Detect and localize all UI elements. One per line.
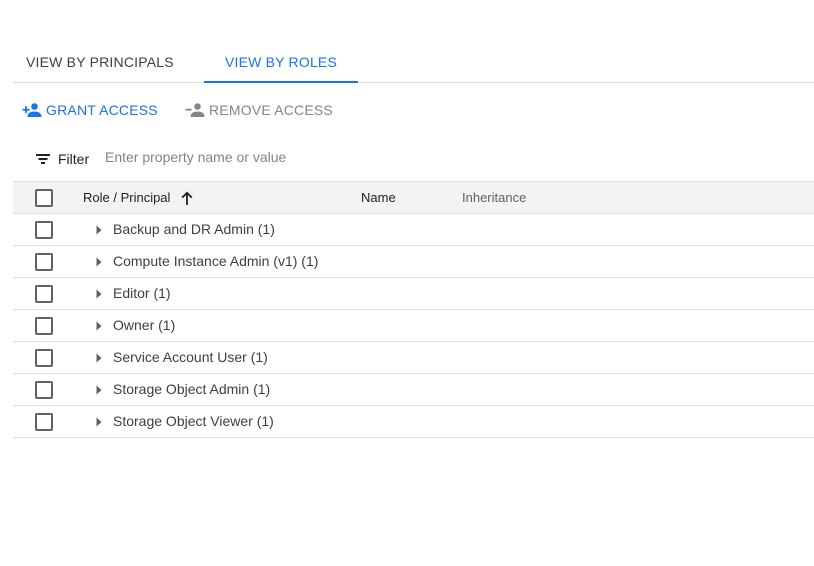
arrow-up-icon xyxy=(181,191,193,205)
role-label: Backup and DR Admin (1) xyxy=(113,221,275,237)
role-label: Storage Object Admin (1) xyxy=(113,381,271,397)
remove-access-button[interactable]: REMOVE ACCESS xyxy=(185,99,333,121)
row-checkbox[interactable] xyxy=(35,413,53,431)
column-header-role-principal-label: Role / Principal xyxy=(83,190,171,205)
filter-icon xyxy=(36,154,50,164)
row-checkbox[interactable] xyxy=(35,285,53,303)
role-label: Owner (1) xyxy=(113,317,176,333)
column-header-name[interactable]: Name xyxy=(361,182,396,213)
row-checkbox[interactable] xyxy=(35,381,53,399)
row-checkbox[interactable] xyxy=(35,349,53,367)
expand-arrow-icon[interactable] xyxy=(91,382,107,398)
person-remove-icon xyxy=(185,103,205,117)
table-row: Backup and DR Admin (1) xyxy=(13,214,814,246)
role-label: Compute Instance Admin (v1) (1) xyxy=(113,253,319,269)
row-checkbox[interactable] xyxy=(35,317,53,335)
table-header: Role / Principal Name Inheritance xyxy=(13,181,814,214)
table-row: Storage Object Viewer (1) xyxy=(13,406,814,438)
grant-access-button[interactable]: GRANT ACCESS xyxy=(22,99,158,121)
table-row: Editor (1) xyxy=(13,278,814,310)
expand-arrow-icon[interactable] xyxy=(91,254,107,270)
table-row: Storage Object Admin (1) xyxy=(13,374,814,406)
role-label: Storage Object Viewer (1) xyxy=(113,413,274,429)
expand-arrow-icon[interactable] xyxy=(91,350,107,366)
filter-label: Filter xyxy=(58,151,90,167)
table-row: Service Account User (1) xyxy=(13,342,814,374)
expand-arrow-icon[interactable] xyxy=(91,286,107,302)
role-label: Editor (1) xyxy=(113,285,171,301)
table-row: Owner (1) xyxy=(13,310,814,342)
expand-arrow-icon[interactable] xyxy=(91,318,107,334)
select-all-checkbox[interactable] xyxy=(35,189,53,207)
column-header-inheritance[interactable]: Inheritance xyxy=(462,182,526,213)
person-add-icon xyxy=(22,103,42,117)
tab-view-by-principals[interactable]: VIEW BY PRINCIPALS xyxy=(26,40,190,82)
expand-arrow-icon[interactable] xyxy=(91,222,107,238)
filter-bar: Filter xyxy=(35,148,405,170)
role-label: Service Account User (1) xyxy=(113,349,268,365)
expand-arrow-icon[interactable] xyxy=(91,414,107,430)
remove-access-label: REMOVE ACCESS xyxy=(209,102,333,118)
filter-input[interactable] xyxy=(105,149,405,165)
row-checkbox[interactable] xyxy=(35,253,53,271)
tab-bar: VIEW BY PRINCIPALS VIEW BY ROLES xyxy=(13,40,814,83)
tab-view-by-roles[interactable]: VIEW BY ROLES xyxy=(204,40,358,83)
column-header-role-principal[interactable]: Role / Principal xyxy=(83,182,194,213)
row-checkbox[interactable] xyxy=(35,221,53,239)
table-row: Compute Instance Admin (v1) (1) xyxy=(13,246,814,278)
roles-table: Role / Principal Name Inheritance Backup… xyxy=(13,181,814,438)
grant-access-label: GRANT ACCESS xyxy=(46,102,158,118)
